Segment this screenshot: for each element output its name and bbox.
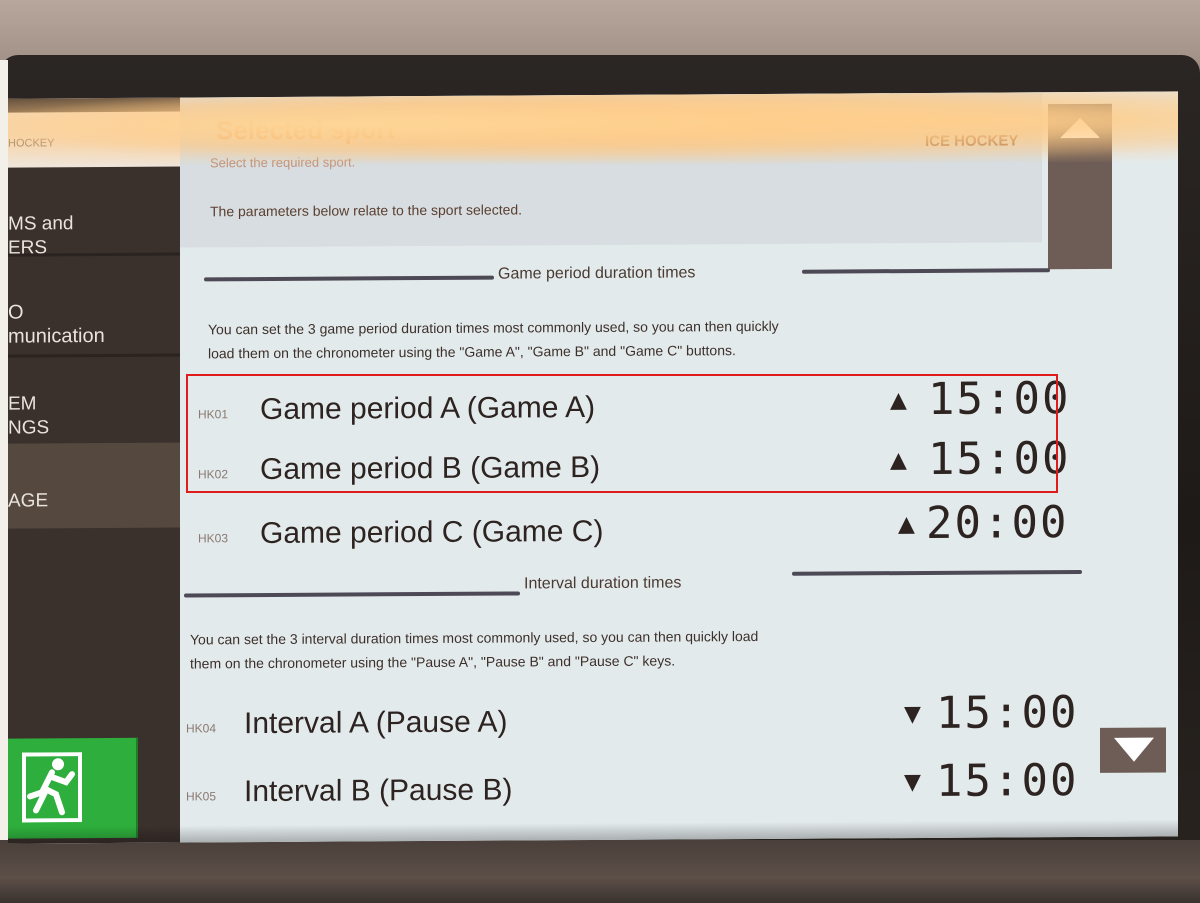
param-code: HK02	[198, 467, 229, 482]
section-divider	[792, 570, 1082, 576]
param-code: HK05	[186, 789, 217, 804]
interval-description-line: You can set the 3 interval duration time…	[190, 627, 759, 648]
running-man-exit-icon	[22, 752, 82, 823]
sidebar-item-teams[interactable]: MS and ERS	[8, 169, 180, 259]
param-code: HK04	[186, 721, 217, 736]
interval-description: You can set the 3 interval duration time…	[190, 624, 758, 675]
arrow-up-icon[interactable]: ▲	[890, 388, 907, 413]
arrow-down-icon[interactable]: ▼	[904, 770, 921, 795]
sidebar-item-communication[interactable]: O munication	[8, 257, 180, 354]
sidebar-item-sport[interactable]: HOCKEY	[8, 111, 180, 168]
section-heading-game: Game period duration times	[498, 264, 696, 283]
scroll-down-button[interactable]	[1100, 727, 1166, 773]
section-divider	[204, 275, 494, 282]
section-divider	[184, 591, 520, 598]
param-value[interactable]: 20:00	[926, 497, 1068, 549]
page-title: Selected sport	[216, 114, 396, 146]
param-value[interactable]: 15:00	[936, 755, 1078, 807]
param-label: Interval A (Pause A)	[244, 705, 508, 741]
param-row-hk05[interactable]: HK05 Interval B (Pause B) ▼ 15:00	[186, 755, 1078, 809]
page-subtitle: Select the required sport.	[210, 154, 356, 171]
main-panel: Selected sport Select the required sport…	[180, 91, 1178, 843]
param-label: Game period A (Game A)	[260, 390, 596, 427]
param-label: Game period C (Game C)	[260, 514, 604, 551]
param-row-hk04[interactable]: HK04 Interval A (Pause A) ▼ 15:00	[186, 687, 1078, 741]
touch-screen: HOCKEY MS and ERS O munication EM NGS AG…	[8, 91, 1178, 844]
game-description-line: load them on the chronometer using the "…	[208, 342, 736, 362]
param-row-hk01[interactable]: HK01 Game period A (Game A) ▲ 15:00	[198, 373, 1070, 427]
param-code: HK03	[198, 531, 229, 546]
sidebar: HOCKEY MS and ERS O munication EM NGS AG…	[8, 97, 180, 844]
bezel-bottom	[0, 840, 1200, 903]
sidebar-item-label: MS and ERS	[8, 213, 74, 259]
scroll-up-button[interactable]	[1048, 103, 1112, 153]
sidebar-item-label: EM NGS	[8, 393, 50, 439]
section-heading-interval: Interval duration times	[524, 574, 682, 593]
param-value[interactable]: 15:00	[928, 373, 1070, 425]
game-description: You can set the 3 game period duration t…	[208, 314, 779, 365]
sidebar-item-label: O munication	[8, 301, 105, 348]
param-code: HK01	[198, 407, 229, 422]
param-value[interactable]: 15:00	[928, 433, 1070, 485]
interval-description-line: them on the chronometer using the "Pause…	[190, 652, 676, 672]
sidebar-divider	[8, 252, 180, 257]
triangle-up-icon	[1060, 118, 1100, 139]
param-value[interactable]: 15:00	[936, 687, 1078, 739]
game-description-line: You can set the 3 game period duration t…	[208, 317, 779, 338]
arrow-down-icon[interactable]: ▼	[904, 702, 921, 727]
section-divider	[802, 268, 1050, 274]
params-note: The parameters below relate to the sport…	[210, 201, 523, 220]
arrow-up-icon[interactable]: ▲	[890, 448, 907, 473]
triangle-down-icon	[1114, 737, 1154, 762]
sidebar-item-sport-label: HOCKEY	[8, 137, 55, 150]
left-edge	[0, 60, 8, 903]
sidebar-item-label: AGE	[8, 490, 49, 512]
param-label: Interval B (Pause B)	[244, 773, 513, 809]
param-row-hk02[interactable]: HK02 Game period B (Game B) ▲ 15:00	[198, 433, 1070, 487]
param-row-hk03[interactable]: HK03 Game period C (Game C) ▲ 20:00	[198, 497, 1068, 551]
sidebar-item-language[interactable]: AGE	[8, 442, 180, 529]
arrow-up-icon[interactable]: ▲	[898, 512, 915, 537]
sidebar-item-system-settings[interactable]: EM NGS	[8, 357, 180, 439]
param-label: Game period B (Game B)	[260, 450, 601, 487]
sport-selector[interactable]: ICE HOCKEY	[925, 132, 1018, 150]
exit-button[interactable]	[8, 737, 138, 839]
